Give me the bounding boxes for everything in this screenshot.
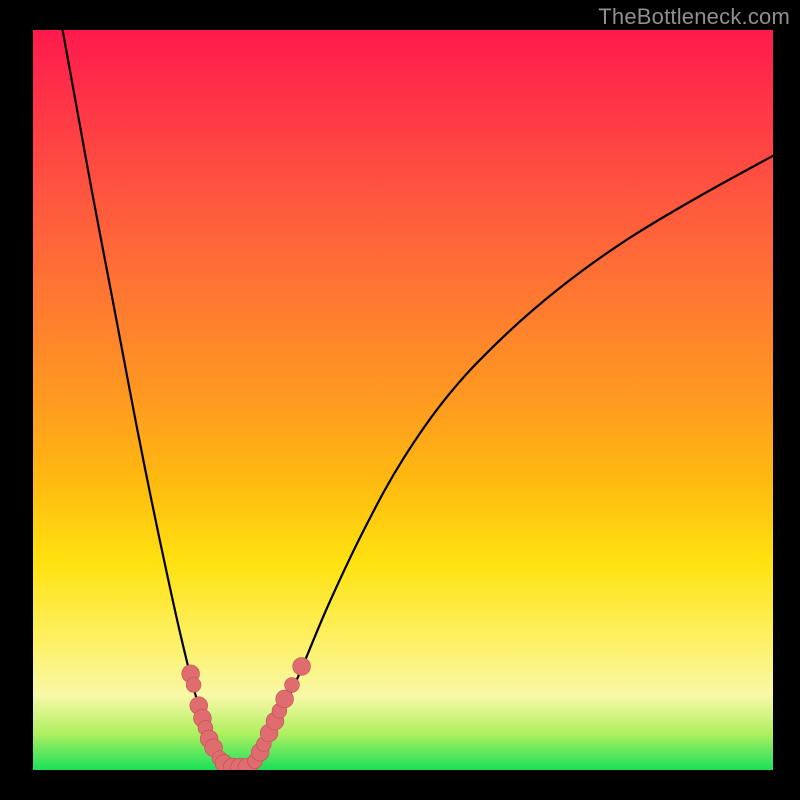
data-marker [293, 658, 311, 676]
plot-area [33, 30, 773, 770]
data-markers [182, 658, 311, 770]
watermark-text: TheBottleneck.com [598, 4, 790, 30]
data-marker [285, 678, 300, 693]
data-marker [186, 678, 201, 693]
curve-right-branch [248, 156, 773, 770]
chart-frame: TheBottleneck.com [0, 0, 800, 800]
data-marker [276, 690, 294, 708]
chart-svg [33, 30, 773, 770]
curve-left-branch [63, 30, 233, 770]
